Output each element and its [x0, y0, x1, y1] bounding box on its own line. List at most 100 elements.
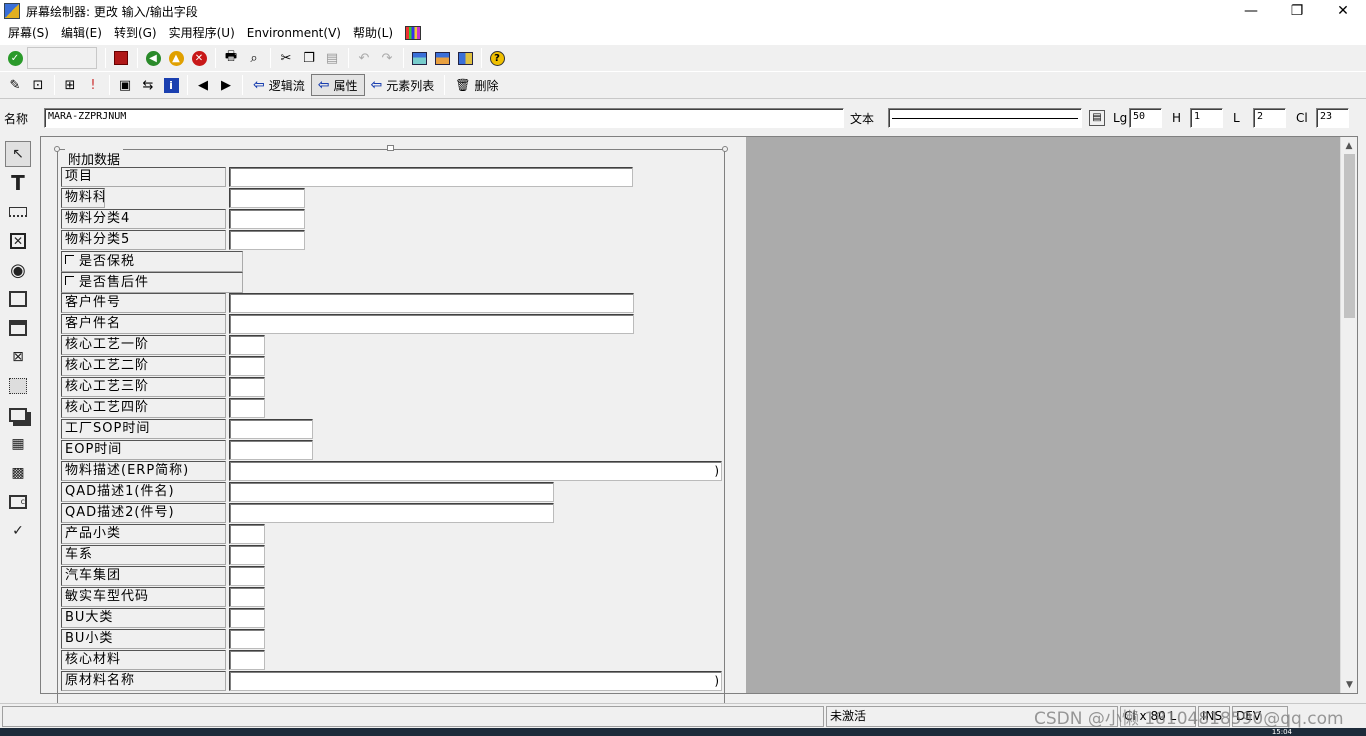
undo-icon[interactable]: ↶	[353, 47, 375, 69]
io-field[interactable]	[229, 524, 265, 544]
cl-field[interactable]: 23	[1316, 108, 1349, 128]
frame-checkbox[interactable]: 是否保税	[61, 251, 243, 272]
minimize-button[interactable]: —	[1228, 0, 1274, 22]
field-label[interactable]: BU小类	[61, 629, 226, 649]
io-field[interactable]	[229, 230, 305, 250]
io-field[interactable]	[229, 440, 313, 460]
frame-resize-handle[interactable]	[387, 145, 394, 151]
field-label[interactable]: EOP时间	[61, 440, 226, 460]
delete-button[interactable]: 🗑 删除	[449, 74, 504, 96]
cancel-icon[interactable]: ✕	[188, 47, 210, 69]
io-field[interactable]	[229, 356, 265, 376]
field-label[interactable]: QAD描述2(件号)	[61, 503, 226, 523]
logic-flow-button[interactable]: ⇦ 逻辑流	[247, 74, 311, 96]
field-label[interactable]: 汽车集团	[61, 566, 226, 586]
paste-icon[interactable]: ▤	[321, 47, 343, 69]
field-label[interactable]: BU大类	[61, 608, 226, 628]
exit-icon[interactable]: ▲	[165, 47, 187, 69]
text-dictionary-icon[interactable]: ▤	[1086, 107, 1108, 129]
scroll-down-icon[interactable]: ▼	[1341, 676, 1358, 693]
previous-icon[interactable]: ◀	[192, 74, 214, 96]
io-field[interactable]	[229, 314, 634, 334]
info-icon[interactable]: i	[160, 74, 182, 96]
name-field[interactable]: MARA-ZZPRJNUM	[44, 108, 844, 128]
next-icon[interactable]: ▶	[215, 74, 237, 96]
checkbox-box[interactable]	[65, 255, 74, 264]
field-label[interactable]: QAD描述1(件名)	[61, 482, 226, 502]
field-label[interactable]: 核心工艺一阶	[61, 335, 226, 355]
io-field[interactable]	[229, 650, 265, 670]
io-field[interactable]	[229, 629, 265, 649]
back-icon[interactable]: ◀	[142, 47, 164, 69]
menu-environment[interactable]: Environment(V)	[241, 22, 347, 44]
print-icon[interactable]: 🖶	[220, 47, 242, 69]
radio-button-icon[interactable]: ◉	[5, 257, 31, 283]
frame-icon[interactable]	[5, 315, 31, 341]
screen-layout-area[interactable]: 附加数据 项目 物料科 物料分类4 物料分类5 是否保税 是否售后件 客户件号 客户件名 核心工…	[41, 137, 746, 709]
custom-container-icon[interactable]: c	[5, 489, 31, 515]
checkbox-icon[interactable]: ✕	[5, 228, 31, 254]
layout-window-icon-1[interactable]	[408, 47, 430, 69]
menu-help[interactable]: 帮助(L)	[347, 22, 399, 44]
table-control-icon[interactable]: ▦	[5, 431, 31, 457]
scroll-thumb[interactable]	[1344, 154, 1355, 318]
hierarchy-icon[interactable]: ⊞	[59, 74, 81, 96]
field-label[interactable]: 物料分类5	[61, 230, 226, 250]
help-icon[interactable]: ?	[486, 47, 508, 69]
field-label[interactable]: 原材料名称	[61, 671, 226, 691]
io-field[interactable]	[229, 398, 265, 418]
field-label[interactable]: 工厂SOP时间	[61, 419, 226, 439]
io-field[interactable]	[229, 188, 305, 208]
io-field[interactable]	[229, 545, 265, 565]
frame-checkbox[interactable]: 是否售后件	[61, 272, 243, 293]
checkbox-box[interactable]	[65, 276, 74, 285]
command-field[interactable]	[27, 47, 97, 69]
status-icon[interactable]: ✓	[5, 518, 31, 544]
element-list-button[interactable]: ⇦ 元素列表	[365, 74, 441, 96]
menu-screen[interactable]: 屏幕(S)	[2, 22, 55, 44]
cut-icon[interactable]: ✂	[275, 47, 297, 69]
redo-icon[interactable]: ↷	[376, 47, 398, 69]
h-field[interactable]: 1	[1190, 108, 1223, 128]
menu-goto[interactable]: 转到(G)	[108, 22, 163, 44]
subscreen-icon[interactable]	[5, 373, 31, 399]
io-field[interactable]	[229, 461, 722, 481]
color-palette-icon[interactable]	[405, 26, 422, 40]
tabstrip-icon[interactable]: ⊠	[5, 344, 31, 370]
field-label[interactable]: 敏实车型代码	[61, 587, 226, 607]
table-wizard-icon[interactable]: ▩	[5, 460, 31, 486]
field-label[interactable]: 客户件号	[61, 293, 226, 313]
program-fields-icon[interactable]: ⇆	[137, 74, 159, 96]
input-field-icon[interactable]	[5, 199, 31, 225]
menu-utilities[interactable]: 实用程序(U)	[163, 22, 241, 44]
io-field[interactable]	[229, 377, 265, 397]
menu-edit[interactable]: 编辑(E)	[55, 22, 108, 44]
io-field[interactable]	[229, 587, 265, 607]
l-field[interactable]: 2	[1253, 108, 1286, 128]
lg-field[interactable]: 50	[1129, 108, 1162, 128]
field-label[interactable]: 物料分类4	[61, 209, 226, 229]
io-field[interactable]	[229, 293, 634, 313]
field-label[interactable]: 项目	[61, 167, 226, 187]
pin-icon[interactable]: !	[82, 74, 104, 96]
find-icon[interactable]: ⌕	[243, 47, 265, 69]
pencil-icon[interactable]: ✎	[4, 74, 26, 96]
pushbutton-icon[interactable]	[5, 286, 31, 312]
confirm-icon[interactable]: ✓	[4, 47, 26, 69]
save-icon[interactable]	[110, 47, 132, 69]
io-field[interactable]	[229, 482, 554, 502]
frame-corner-handle[interactable]	[722, 146, 728, 152]
custom-control-icon[interactable]	[5, 402, 31, 428]
io-field[interactable]	[229, 209, 305, 229]
vertical-scrollbar[interactable]: ▲ ▼	[1340, 137, 1357, 693]
dict-fields-icon[interactable]: ▣	[114, 74, 136, 96]
text-field[interactable]	[888, 108, 1082, 128]
layout-edit-icon[interactable]: ⊡	[27, 74, 49, 96]
io-field[interactable]	[229, 419, 313, 439]
maximize-button[interactable]: ❐	[1274, 0, 1320, 22]
frame-corner-handle[interactable]	[54, 146, 60, 152]
scroll-up-icon[interactable]: ▲	[1341, 137, 1357, 154]
field-label[interactable]: 核心工艺四阶	[61, 398, 226, 418]
layout-window-icon-2[interactable]	[431, 47, 453, 69]
field-label[interactable]: 核心工艺三阶	[61, 377, 226, 397]
